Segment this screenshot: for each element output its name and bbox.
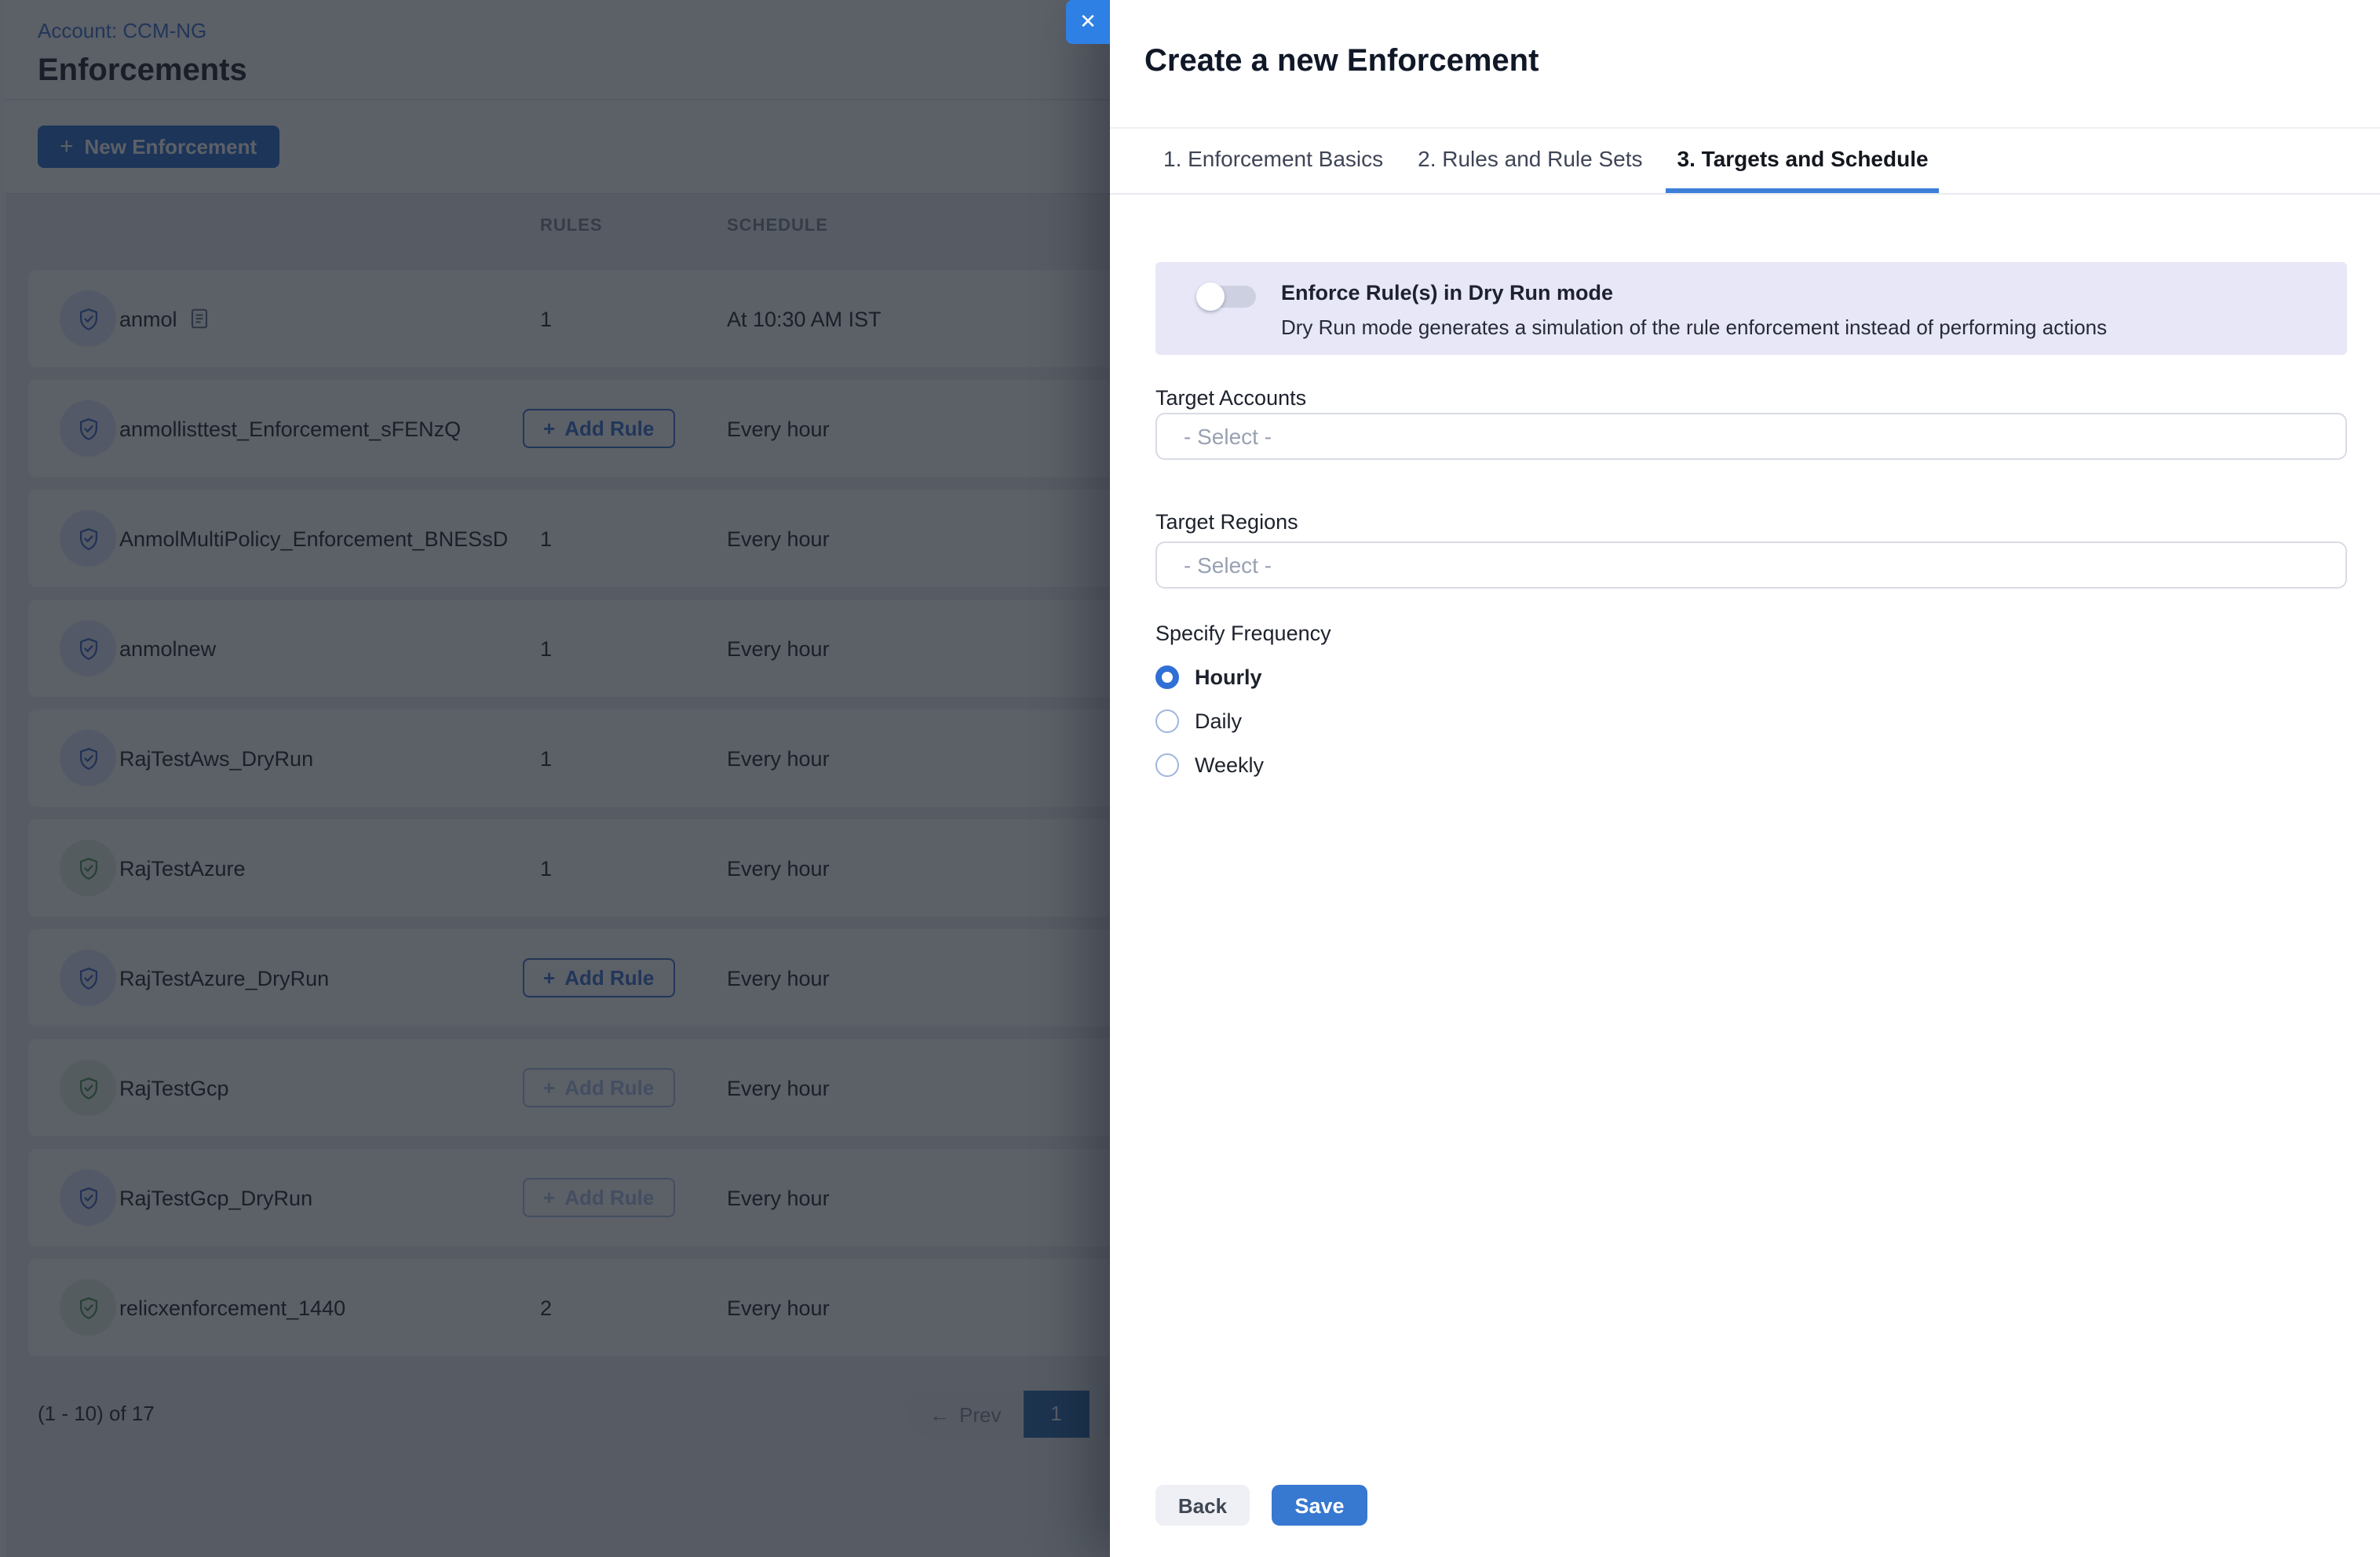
panel-title: Create a new Enforcement xyxy=(1144,44,2380,80)
target-accounts-placeholder: - Select - xyxy=(1184,424,1272,449)
radio-unselected-icon xyxy=(1155,753,1179,776)
tab-targets-and-schedule[interactable]: 3. Targets and Schedule xyxy=(1666,129,1940,193)
tab-rules-and-rule-sets[interactable]: 2. Rules and Rule Sets xyxy=(1407,129,1653,193)
close-panel-button[interactable]: ✕ xyxy=(1066,0,1110,44)
dry-run-banner: Enforce Rule(s) in Dry Run mode Dry Run … xyxy=(1155,262,2347,355)
toggle-knob xyxy=(1196,283,1225,311)
panel-body: Enforce Rule(s) in Dry Run mode Dry Run … xyxy=(1110,262,2380,777)
panel-header: Create a new Enforcement xyxy=(1110,0,2380,129)
target-regions-label: Target Regions xyxy=(1155,510,2347,534)
back-button[interactable]: Back xyxy=(1155,1485,1250,1526)
tab-enforcement-basics[interactable]: 1. Enforcement Basics xyxy=(1152,129,1394,193)
frequency-option-daily[interactable]: Daily xyxy=(1155,708,2347,733)
wizard-tabs: 1. Enforcement Basics 2. Rules and Rule … xyxy=(1110,129,2380,195)
dry-run-toggle[interactable] xyxy=(1196,286,1256,308)
radio-selected-icon xyxy=(1155,665,1179,688)
target-accounts-label: Target Accounts xyxy=(1155,386,2347,410)
target-regions-select[interactable]: - Select - xyxy=(1155,541,2347,589)
panel-footer: Back Save xyxy=(1155,1485,1367,1526)
radio-unselected-icon xyxy=(1155,709,1179,732)
save-button[interactable]: Save xyxy=(1272,1485,1367,1526)
dry-run-title: Enforce Rule(s) in Dry Run mode xyxy=(1281,281,2107,304)
specify-frequency-label: Specify Frequency xyxy=(1155,622,2347,645)
close-icon: ✕ xyxy=(1079,9,1097,35)
dry-run-description: Dry Run mode generates a simulation of t… xyxy=(1281,315,2107,339)
target-accounts-select[interactable]: - Select - xyxy=(1155,413,2347,460)
frequency-option-hourly[interactable]: Hourly xyxy=(1155,664,2347,689)
create-enforcement-panel: Create a new Enforcement 1. Enforcement … xyxy=(1110,0,2380,1557)
frequency-option-weekly[interactable]: Weekly xyxy=(1155,752,2347,777)
target-regions-placeholder: - Select - xyxy=(1184,552,1272,578)
screen: Account: CCM-NG Enforcements + New Enfor… xyxy=(0,0,2380,1557)
